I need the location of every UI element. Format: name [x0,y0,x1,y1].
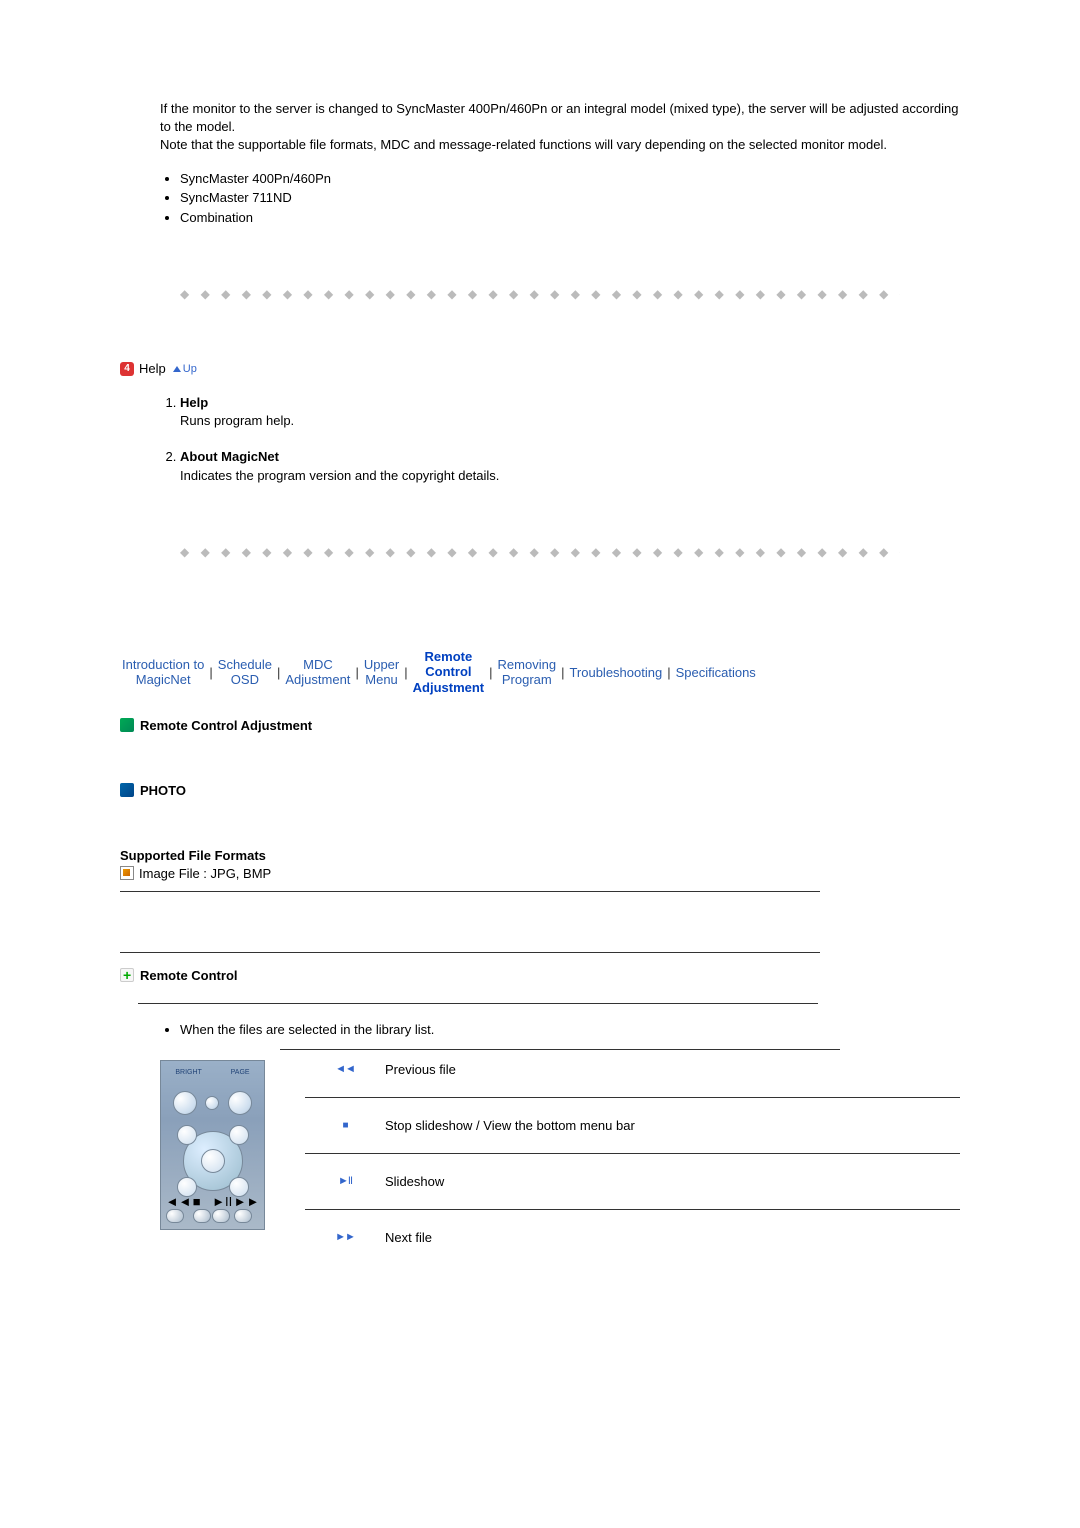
list-item: SyncMaster 711ND [180,188,960,208]
nav-mdc-adjustment[interactable]: MDC Adjustment [283,657,352,688]
help-item: Help Runs program help. [180,394,960,430]
nav-intro-magicnet[interactable]: Introduction to MagicNet [120,657,206,688]
library-note-list: When the files are selected in the libra… [120,1022,960,1037]
help-title: Help [139,361,166,376]
remote-next-button: ►► [234,1194,260,1223]
nav-remote-control-adjustment[interactable]: Remote Control Adjustment [411,649,487,696]
divider [138,1003,818,1004]
supported-formats-line: Image File : JPG, BMP [139,866,271,881]
help-item-title: Help [180,394,960,412]
help-item-title: About MagicNet [180,448,960,466]
section-icon [120,718,134,732]
help-item-desc: Runs program help. [180,413,294,428]
file-icon [120,866,134,880]
up-label: Up [183,363,197,375]
remote-page-label: PAGE [231,1069,250,1076]
rewind-icon: ◄◄ [305,1063,385,1075]
control-label: Next file [385,1230,960,1245]
up-triangle-icon [173,366,181,372]
remote-control-illustration: BRIGHT PAGE ◄◄ ■ ►II ►► [160,1060,265,1230]
nav-separator: | [274,665,283,680]
dots-divider: ◆ ◆ ◆ ◆ ◆ ◆ ◆ ◆ ◆ ◆ ◆ ◆ ◆ ◆ ◆ ◆ ◆ ◆ ◆ ◆ … [180,545,900,559]
play-pause-icon: ►II [305,1175,385,1187]
intro-paragraph: If the monitor to the server is changed … [120,100,960,155]
breadcrumb-nav: Introduction to MagicNet | Schedule OSD … [120,649,960,696]
forward-icon: ►► [305,1231,385,1243]
divider [120,952,820,953]
remote-dpad [183,1131,243,1191]
nav-troubleshooting[interactable]: Troubleshooting [567,665,664,680]
intro-paragraph-text: If the monitor to the server is changed … [160,101,958,152]
control-label: Stop slideshow / View the bottom menu ba… [385,1118,960,1133]
nav-schedule-osd[interactable]: Schedule OSD [216,657,274,688]
photo-title: PHOTO [140,783,186,798]
nav-upper-menu[interactable]: Upper Menu [362,657,401,688]
remote-button [205,1096,219,1110]
remote-control-adjustment-title: Remote Control Adjustment [140,718,312,733]
help-header: 4 Help Up [120,361,960,376]
plus-icon [120,968,134,982]
table-row: ►► Next file [305,1210,960,1245]
nav-specifications[interactable]: Specifications [674,665,758,680]
stop-icon: ■ [305,1120,385,1131]
supported-formats-title: Supported File Formats [120,848,960,863]
remote-prev-button: ◄◄ [166,1194,192,1223]
remote-bright-label: BRIGHT [175,1069,201,1076]
up-link[interactable]: Up [173,363,197,375]
library-note: When the files are selected in the libra… [180,1022,960,1037]
nav-separator: | [664,665,673,680]
nav-separator: | [486,665,495,680]
nav-separator: | [352,665,361,680]
photo-icon [120,783,134,797]
list-item: Combination [180,208,960,228]
dots-divider: ◆ ◆ ◆ ◆ ◆ ◆ ◆ ◆ ◆ ◆ ◆ ◆ ◆ ◆ ◆ ◆ ◆ ◆ ◆ ◆ … [180,287,900,301]
divider [120,891,820,892]
nav-separator: | [206,665,215,680]
help-item: About MagicNet Indicates the program ver… [180,448,960,484]
step-number-icon: 4 [120,362,134,376]
remote-button [173,1091,197,1115]
remote-stop-button: ■ [193,1194,211,1223]
table-row: ►II Slideshow [305,1154,960,1210]
controls-table: ◄◄ Previous file ■ Stop slideshow / View… [305,1060,960,1245]
remote-button [228,1091,252,1115]
list-item: SyncMaster 400Pn/460Pn [180,169,960,189]
help-items: Help Runs program help. About MagicNet I… [120,394,960,485]
control-label: Previous file [385,1062,960,1077]
remote-layout: BRIGHT PAGE ◄◄ ■ ►II ►► [120,1060,960,1245]
divider [280,1049,840,1050]
control-label: Slideshow [385,1174,960,1189]
help-item-desc: Indicates the program version and the co… [180,468,499,483]
table-row: ■ Stop slideshow / View the bottom menu … [305,1098,960,1154]
nav-removing-program[interactable]: Removing Program [496,657,559,688]
table-row: ◄◄ Previous file [305,1060,960,1098]
model-list: SyncMaster 400Pn/460Pn SyncMaster 711ND … [120,169,960,228]
nav-separator: | [401,665,410,680]
remote-play-button: ►II [212,1194,232,1223]
remote-control-title: Remote Control [140,968,238,983]
nav-separator: | [558,665,567,680]
